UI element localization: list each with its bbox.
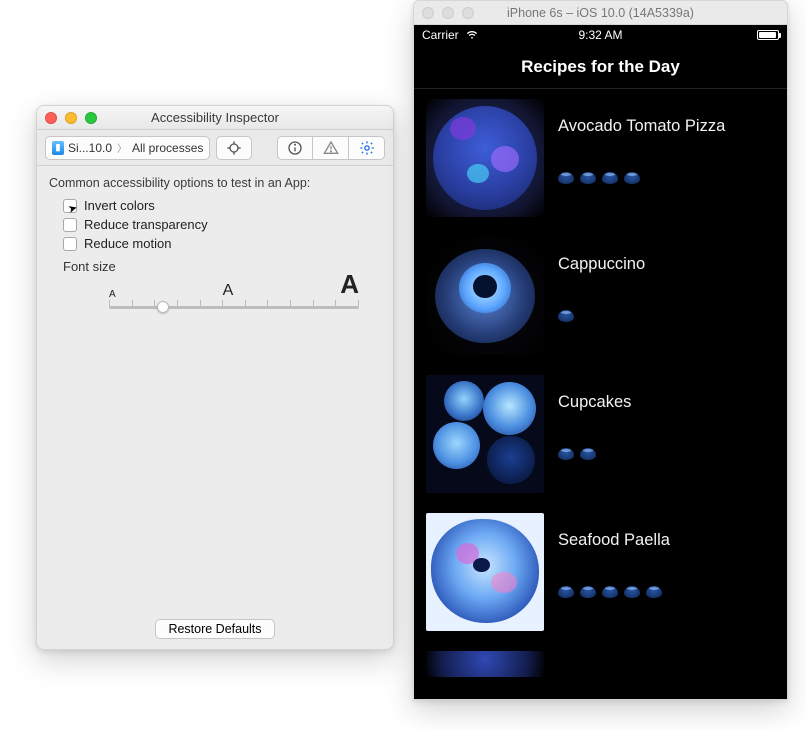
rating-icon [624, 172, 640, 184]
reduce-motion-checkbox[interactable] [63, 237, 77, 251]
invert-colors-checkbox[interactable]: ➤ [63, 199, 77, 213]
slider-track [109, 306, 359, 309]
font-size-label: Font size [63, 259, 381, 274]
slider-thumb[interactable] [157, 301, 169, 313]
recipe-list[interactable]: Avocado Tomato Pizza Cappuccino Cu [414, 89, 787, 699]
reduce-transparency-checkbox[interactable] [63, 218, 77, 232]
inspector-footer: Restore Defaults [37, 619, 393, 639]
recipe-thumbnail [426, 651, 544, 677]
rating-icon [558, 172, 574, 184]
simulator-titlebar[interactable]: iPhone 6s – iOS 10.0 (14A5339a) [414, 1, 787, 25]
minimize-window-button[interactable] [65, 112, 77, 124]
restore-defaults-button[interactable]: Restore Defaults [155, 619, 274, 639]
nav-title: Recipes for the Day [521, 57, 680, 77]
slider-label-large: A [340, 269, 359, 300]
slider-label-small: A [109, 289, 116, 300]
recipe-thumbnail [426, 237, 544, 355]
invert-colors-label: Invert colors [84, 198, 155, 213]
reduce-motion-row[interactable]: Reduce motion [63, 236, 381, 251]
recipe-title: Cappuccino [558, 255, 645, 274]
rating-icon [646, 586, 662, 598]
wifi-icon [465, 27, 479, 44]
invert-colors-row[interactable]: ➤ Invert colors [63, 198, 381, 213]
rating-icon [580, 586, 596, 598]
nav-bar: Recipes for the Day [414, 45, 787, 89]
gear-icon [359, 140, 375, 156]
slider-label-mid: A [223, 282, 234, 300]
traffic-lights [422, 7, 474, 19]
cursor-icon: ➤ [66, 201, 78, 216]
recipe-title: Cupcakes [558, 393, 631, 412]
recipe-row[interactable] [414, 641, 787, 677]
simulator-icon: ▮ [52, 141, 64, 155]
info-mode-button[interactable] [277, 136, 313, 160]
recipe-row[interactable]: Cupcakes [414, 365, 787, 503]
recipe-rating [558, 172, 725, 184]
rating-icon [602, 586, 618, 598]
recipe-row[interactable]: Cappuccino [414, 227, 787, 365]
audit-mode-button[interactable] [313, 136, 349, 160]
traffic-lights [45, 112, 97, 124]
phone-screen: Carrier 9:32 AM Recipes for the Day Avoc… [414, 25, 787, 699]
target-label: Si...10.0 [68, 141, 112, 155]
rating-icon [558, 310, 574, 322]
settings-mode-button[interactable] [349, 136, 385, 160]
crosshair-icon [226, 140, 242, 156]
rating-icon [624, 586, 640, 598]
zoom-window-button[interactable] [85, 112, 97, 124]
rating-icon [580, 172, 596, 184]
battery-icon [757, 30, 779, 40]
inspector-body: Common accessibility options to test in … [37, 166, 393, 326]
rating-icon [602, 172, 618, 184]
slider-scale-labels: A A A [109, 278, 359, 300]
inspector-toolbar: ▮ Si...10.0 〉 All processes [37, 130, 393, 166]
info-icon [287, 140, 303, 156]
window-titlebar[interactable]: Accessibility Inspector [37, 106, 393, 130]
recipe-row[interactable]: Seafood Paella [414, 503, 787, 641]
recipe-thumbnail [426, 375, 544, 493]
zoom-window-button[interactable] [462, 7, 474, 19]
recipe-thumbnail [426, 513, 544, 631]
inspection-target-selector[interactable]: ▮ Si...10.0 〉 All processes [45, 136, 210, 160]
reduce-transparency-label: Reduce transparency [84, 217, 208, 232]
warning-icon [323, 140, 339, 156]
recipe-thumbnail [426, 99, 544, 217]
close-window-button[interactable] [422, 7, 434, 19]
inspector-mode-segment [277, 136, 385, 160]
target-picker-button[interactable] [216, 136, 252, 160]
recipe-rating [558, 448, 631, 460]
minimize-window-button[interactable] [442, 7, 454, 19]
rating-icon [558, 448, 574, 460]
status-time: 9:32 AM [541, 28, 660, 42]
chevron-right-icon: 〉 [117, 140, 127, 155]
accessibility-inspector-window: Accessibility Inspector ▮ Si...10.0 〉 Al… [36, 105, 394, 650]
status-bar: Carrier 9:32 AM [414, 25, 787, 45]
recipe-title: Avocado Tomato Pizza [558, 117, 725, 136]
reduce-motion-label: Reduce motion [84, 236, 171, 251]
simulator-window: iPhone 6s – iOS 10.0 (14A5339a) Carrier … [413, 0, 788, 700]
recipe-title: Seafood Paella [558, 531, 670, 550]
carrier-label: Carrier [422, 28, 459, 42]
close-window-button[interactable] [45, 112, 57, 124]
rating-icon [558, 586, 574, 598]
font-size-slider[interactable]: A A A [109, 278, 359, 318]
recipe-rating [558, 586, 670, 598]
recipe-rating [558, 310, 645, 322]
process-label: All processes [132, 141, 203, 155]
section-heading: Common accessibility options to test in … [49, 176, 381, 190]
reduce-transparency-row[interactable]: Reduce transparency [63, 217, 381, 232]
rating-icon [580, 448, 596, 460]
recipe-row[interactable]: Avocado Tomato Pizza [414, 89, 787, 227]
